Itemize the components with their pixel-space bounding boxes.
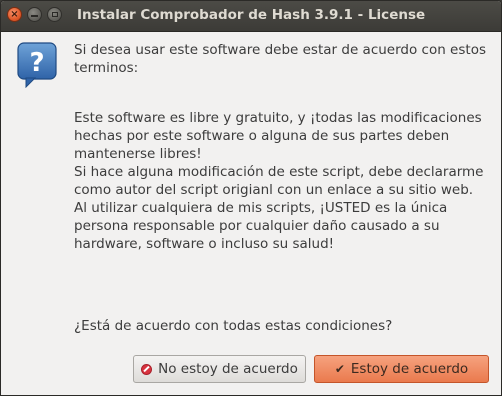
- close-window-button[interactable]: ×: [7, 7, 22, 22]
- title-bar[interactable]: × Instalar Comprobador de Hash 3.9.1 - L…: [1, 1, 501, 32]
- maximize-icon: [51, 12, 58, 17]
- checkmark-icon: ✔: [334, 362, 345, 376]
- minimize-window-button[interactable]: [27, 7, 42, 22]
- question-icon: ?: [17, 42, 57, 89]
- agree-button-label: Estoy de acuerdo: [350, 361, 469, 377]
- no-entry-icon: [141, 363, 153, 375]
- agree-button[interactable]: ✔ Estoy de acuerdo: [314, 355, 489, 383]
- license-terms-text: Este software es libre y gratuito, y ¡to…: [74, 110, 484, 252]
- agreement-question: ¿Está de acuerdo con todas estas condici…: [74, 318, 393, 334]
- maximize-window-button[interactable]: [47, 7, 62, 22]
- minimize-icon: [31, 14, 38, 17]
- license-dialog-window: × Instalar Comprobador de Hash 3.9.1 - L…: [0, 0, 502, 396]
- svg-text:?: ?: [29, 48, 44, 78]
- close-icon: ×: [10, 8, 19, 20]
- license-intro-text: Si desea usar este software debe estar d…: [74, 42, 486, 76]
- disagree-button[interactable]: No estoy de acuerdo: [133, 355, 306, 383]
- disagree-button-label: No estoy de acuerdo: [158, 361, 298, 377]
- window-title: Instalar Comprobador de Hash 3.9.1 - Lic…: [77, 7, 426, 23]
